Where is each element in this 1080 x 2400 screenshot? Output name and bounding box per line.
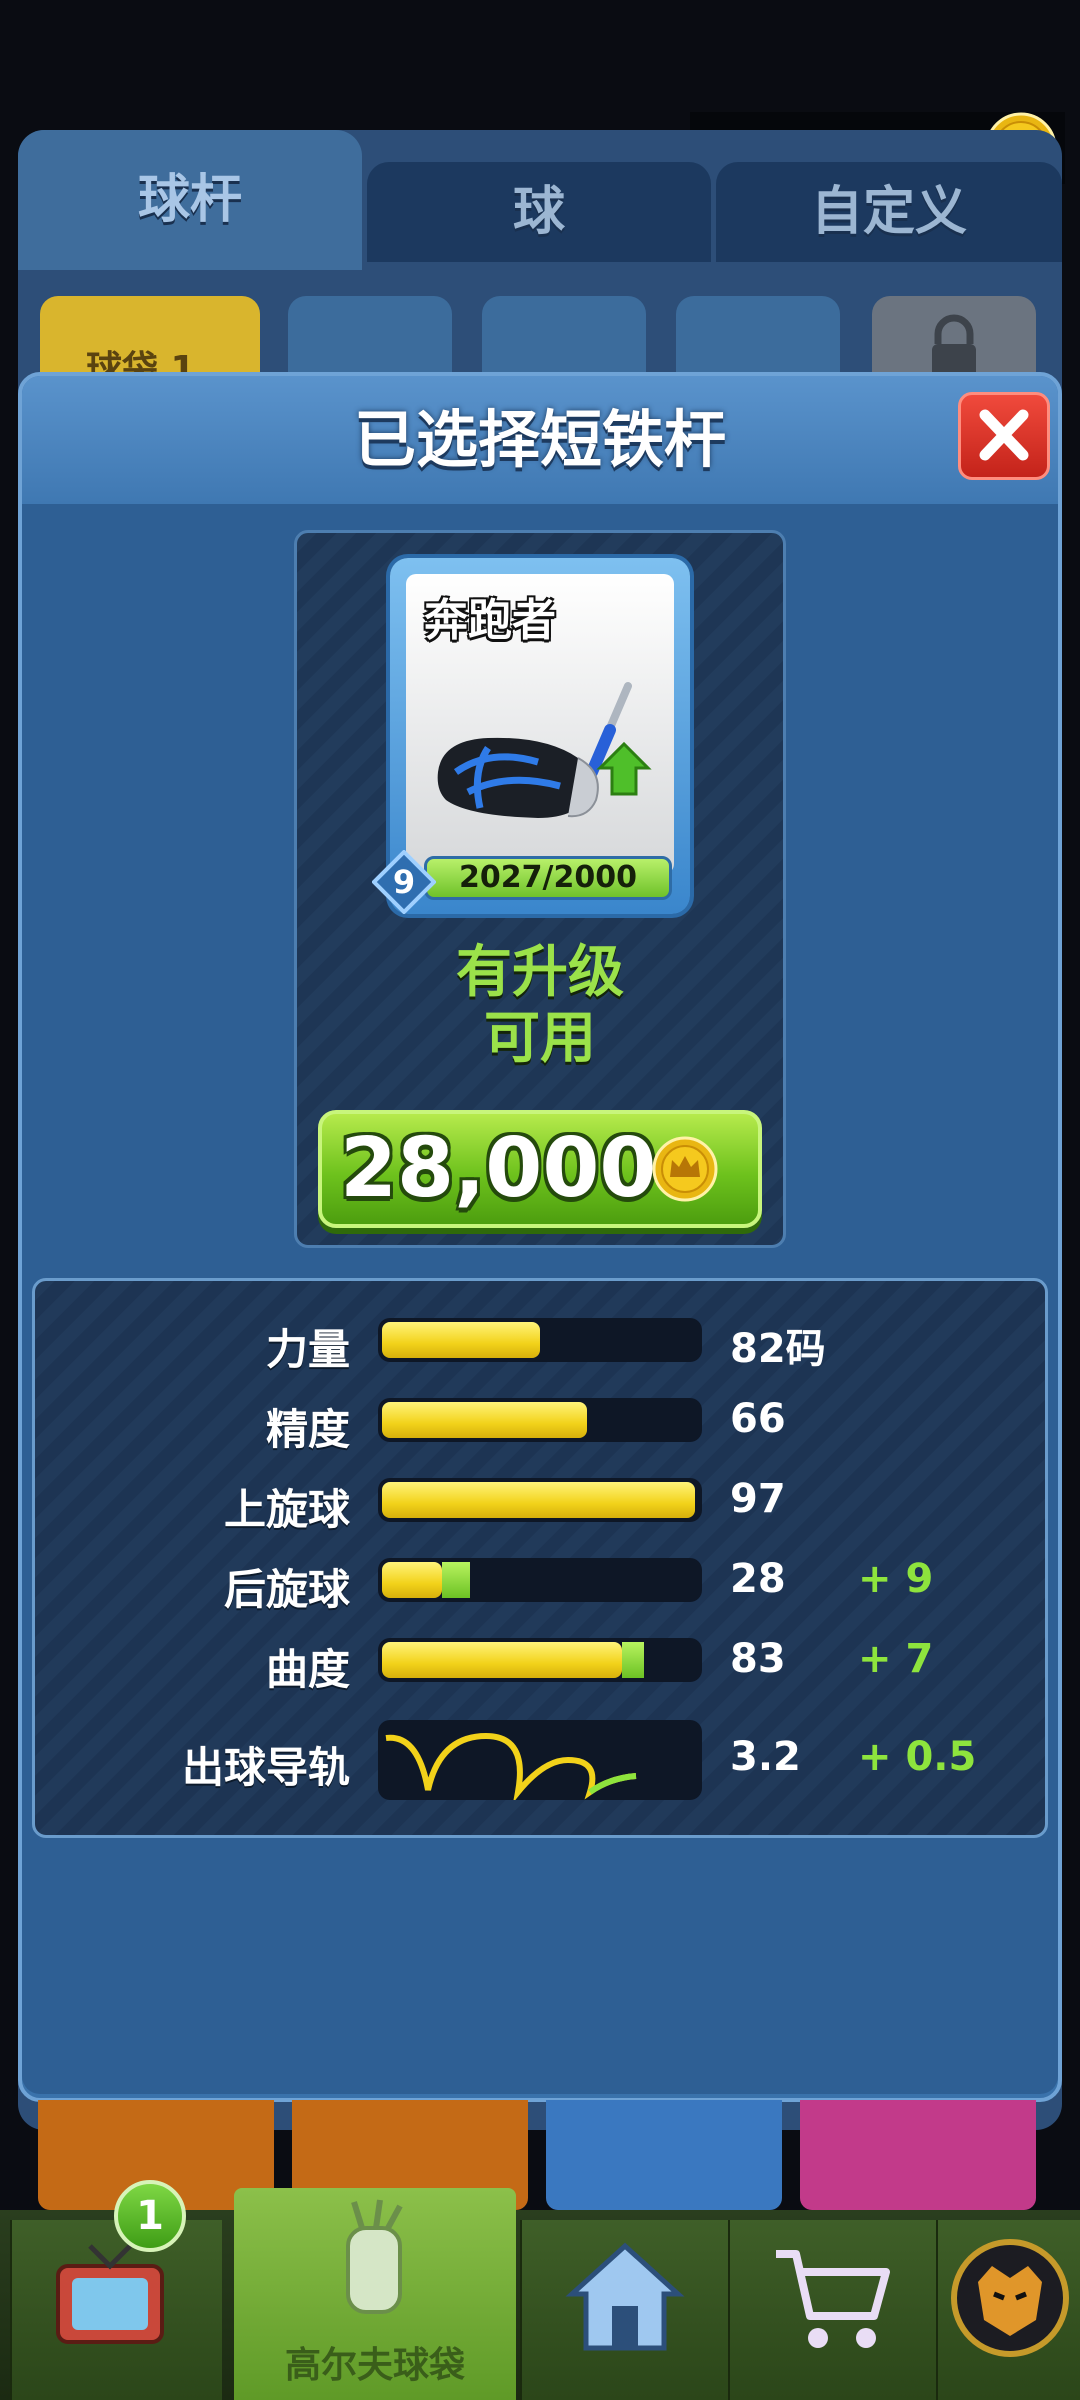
tv-icon [56,2244,164,2344]
stat-bar-fill [382,1402,587,1438]
stat-label: 精度 [265,1405,350,1454]
stat-label: 力量 [265,1325,350,1374]
stat-value: 66 [730,1396,786,1442]
card-progress-text: 2027/2000 [459,860,637,895]
nav-shop-button[interactable] [728,2220,936,2400]
trajectory-track [378,1720,702,1803]
stat-value: 3.2 [730,1734,801,1780]
trajectory-graph [385,1732,637,1803]
nav-bag-label: 高尔夫球袋 [284,2345,465,2386]
stat-bar-boost [442,1562,470,1598]
modal-title: 已选择短铁杆 [353,403,726,476]
stat-bar-boost [622,1642,644,1678]
club-name: 奔跑者 [424,595,556,646]
golf-bag-icon [346,2199,403,2314]
tab-custom[interactable]: 自定义 [716,162,1062,262]
stat-value: 97 [730,1476,786,1522]
card-level: 9 [392,863,416,901]
stat-bar-fill [382,1562,442,1598]
stat-bar-fill [382,1642,622,1678]
stat-bonus: + 9 [858,1556,934,1602]
close-button[interactable] [958,392,1050,480]
nav-club-button[interactable] [936,2220,1080,2400]
club-card-mini[interactable] [800,2100,1036,2210]
iron-club-icon [437,682,652,818]
upgrade-line-2: 可用 [484,1006,596,1071]
stat-bar [378,1638,702,1682]
club-card-mini[interactable] [546,2100,782,2210]
stat-label: 曲度 [265,1645,350,1694]
upgrade-price: 28,000 [340,1121,657,1216]
stat-bar [378,1558,702,1602]
stat-bar-fill [382,1322,540,1358]
stat-bar [378,1318,702,1362]
stat-value: 83 [730,1636,786,1682]
stat-label: 出球导轨 [181,1743,350,1792]
stat-bonus: + 0.5 [858,1734,977,1780]
stat-bar [378,1398,702,1442]
stat-bar-fill [382,1482,695,1518]
upgrade-available-text: 有升级 可用 [294,940,786,1072]
stat-bonus: + 7 [858,1636,934,1682]
stat-value: 28 [730,1556,786,1602]
stat-label: 后旋球 [223,1565,350,1614]
shop-cart-icon [776,2250,890,2348]
stat-value: 82码 [730,1326,826,1372]
crown-coin-icon [652,1136,718,1202]
stat-label: 上旋球 [223,1485,350,1534]
tab-clubs[interactable]: 球杆 [18,130,362,270]
close-icon [979,409,1029,461]
nav-home-button[interactable] [520,2220,728,2400]
upgrade-line-1: 有升级 [456,940,624,1005]
notification-count: 1 [136,2193,164,2239]
tab-balls[interactable]: 球 [367,162,711,262]
tiger-emblem-icon [951,2239,1069,2357]
home-icon [565,2242,685,2351]
stat-bar [378,1478,702,1522]
